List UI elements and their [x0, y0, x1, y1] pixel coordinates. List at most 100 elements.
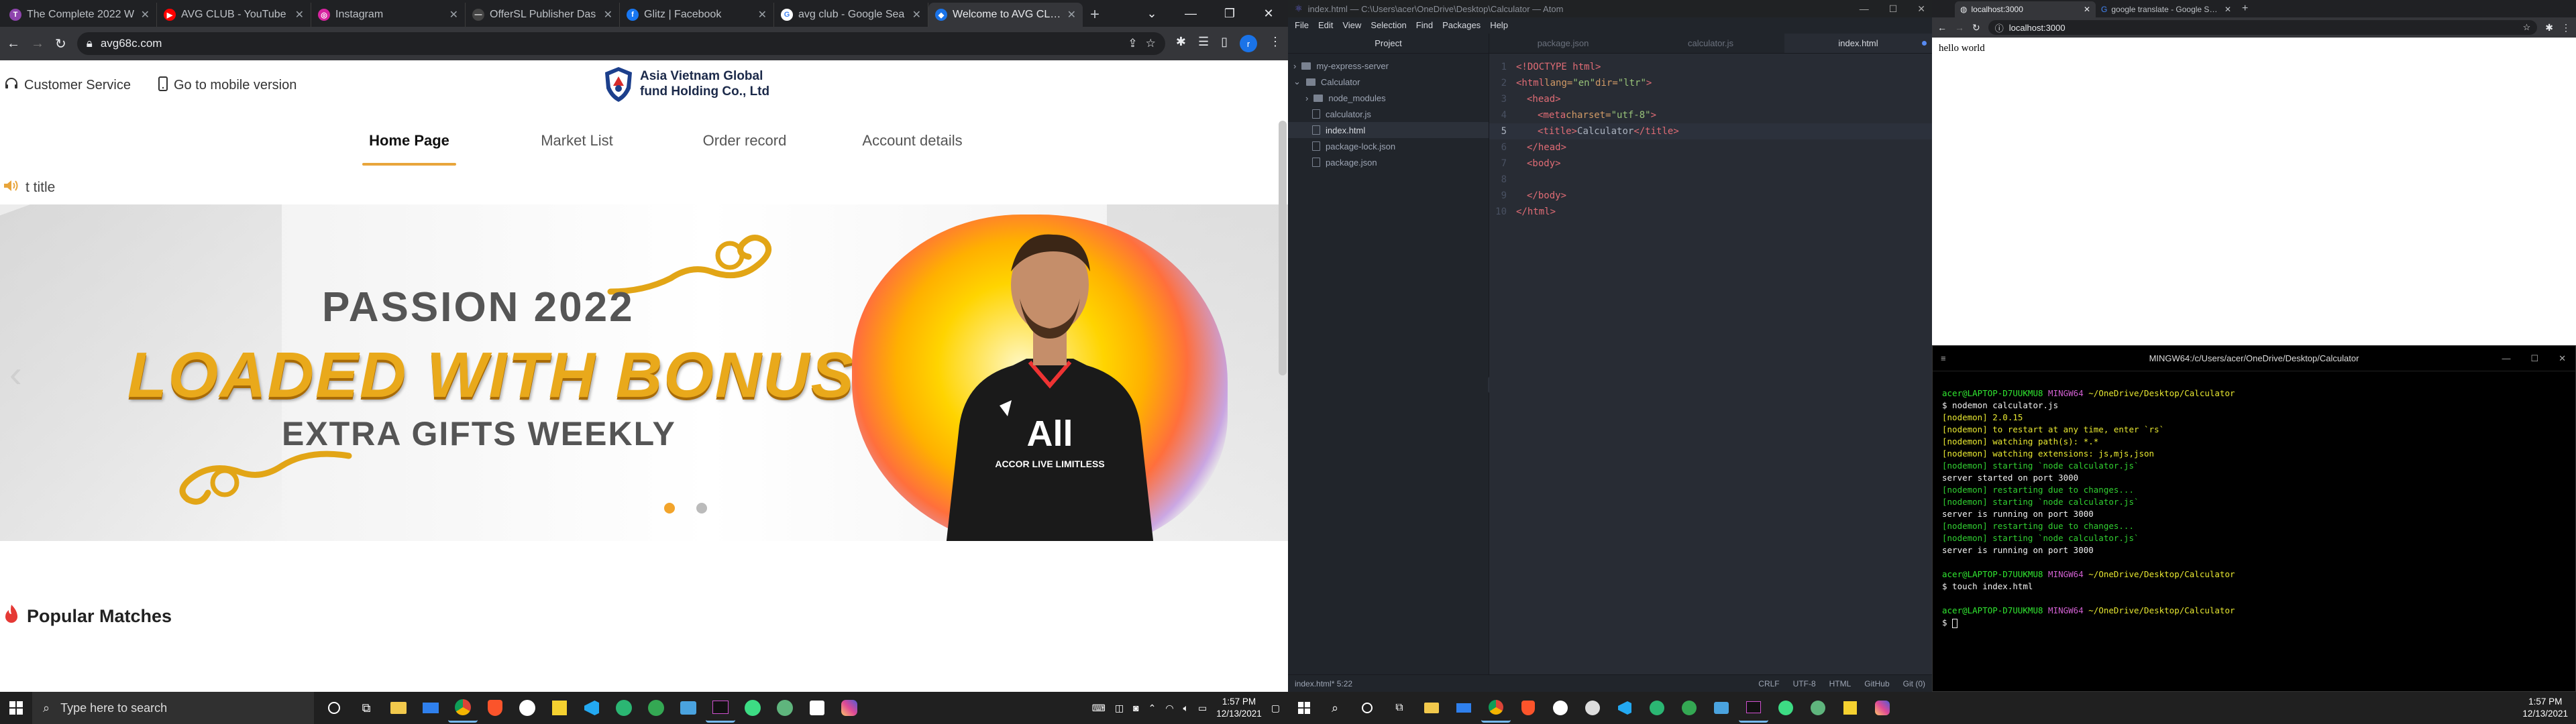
close-tab-icon[interactable]: ✕ — [2224, 5, 2231, 14]
grammar[interactable]: HTML — [1829, 679, 1851, 688]
carousel-dot[interactable] — [664, 503, 675, 514]
menu-kebab-icon[interactable]: ⋮ — [1269, 35, 1281, 52]
volume-icon[interactable]: 🔈︎ — [1183, 703, 1189, 714]
back-icon[interactable]: ← — [1937, 22, 1947, 33]
minimize-icon[interactable]: — — [1171, 0, 1210, 27]
app-icon[interactable] — [802, 693, 832, 723]
search-icon[interactable]: ⌕ — [1320, 693, 1350, 723]
brave-icon[interactable] — [1513, 693, 1543, 723]
new-tab-button[interactable]: + — [1083, 3, 1107, 27]
menu-kebab-icon[interactable]: ⋮ — [2561, 22, 2571, 34]
nav-order-record[interactable]: Order record — [661, 111, 828, 171]
app-icon[interactable] — [609, 693, 639, 723]
clock[interactable]: 1:57 PM 12/13/2021 — [2522, 696, 2568, 720]
tree-file-calculator-js[interactable]: calculator.js — [1288, 106, 1489, 122]
close-tab-icon[interactable]: ✕ — [295, 8, 304, 21]
bookmark-star-icon[interactable]: ☆ — [2523, 22, 2531, 33]
browser-tab[interactable]: ▶ AVG CLUB - YouTube ✕ — [157, 3, 311, 27]
browser-tab-active[interactable]: ◍ localhost:3000 ✕ — [1955, 1, 2096, 17]
vscode-icon[interactable] — [1610, 693, 1640, 723]
app-icon[interactable] — [1674, 693, 1704, 723]
browser-tab[interactable]: Gavg club - Google Sea ✕ — [774, 3, 928, 27]
close-tab-icon[interactable]: ✕ — [449, 8, 458, 21]
menu-file[interactable]: File — [1295, 20, 1309, 30]
line-ending[interactable]: CRLF — [1758, 679, 1779, 688]
editor-tab-calculator-js[interactable]: calculator.js — [1637, 34, 1784, 53]
task-view-icon[interactable]: ⧉ — [352, 693, 381, 723]
app-icon[interactable] — [513, 693, 542, 723]
browser-tab[interactable]: f Glitz | Facebook ✕ — [620, 3, 774, 27]
terminal-menu-icon[interactable]: ≡ — [1941, 353, 1946, 363]
close-window-icon[interactable]: ✕ — [2559, 353, 2566, 364]
back-icon[interactable]: ← — [7, 36, 20, 52]
nav-home[interactable]: Home Page — [325, 111, 493, 171]
instagram-icon[interactable] — [1868, 693, 1897, 723]
share-icon[interactable]: ⇪ — [1128, 37, 1137, 50]
terminal-icon[interactable] — [706, 693, 735, 723]
carousel-prev-icon[interactable]: ‹ — [9, 352, 22, 396]
tree-folder-calculator[interactable]: ⌄ Calculator — [1288, 74, 1489, 90]
address-bar[interactable]: 🔒︎ avg68c.com ⇪ ☆ — [76, 32, 1165, 55]
app-icon[interactable] — [674, 693, 703, 723]
app-icon[interactable] — [738, 693, 767, 723]
forward-icon[interactable]: → — [1955, 22, 1964, 33]
app-icon[interactable] — [1546, 693, 1575, 723]
mobile-version-link[interactable]: Go to mobile version — [158, 76, 297, 95]
app-icon[interactable] — [1578, 693, 1607, 723]
menu-packages[interactable]: Packages — [1442, 20, 1481, 30]
atom-icon[interactable] — [770, 693, 800, 723]
menu-find[interactable]: Find — [1416, 20, 1433, 30]
task-view-icon[interactable]: ⧉ — [1385, 693, 1414, 723]
forward-icon[interactable]: → — [31, 36, 44, 52]
carousel-dot[interactable] — [696, 503, 707, 514]
browser-tab[interactable]: Ggoogle translate - Google Search ✕ — [2096, 1, 2237, 17]
file-explorer-icon[interactable] — [1417, 693, 1446, 723]
cortana-icon[interactable] — [319, 693, 349, 723]
windows-start-icon[interactable] — [1288, 692, 1320, 724]
app-icon[interactable] — [1771, 693, 1801, 723]
menu-view[interactable]: View — [1342, 20, 1361, 30]
chrome-icon[interactable] — [448, 693, 478, 723]
browser-tab-active[interactable]: ◆ Welcome to AVG CLUB ✕ — [928, 3, 1083, 27]
profile-avatar[interactable]: r — [1240, 35, 1257, 52]
app-icon[interactable] — [641, 693, 671, 723]
tab-search-icon[interactable]: ⌄ — [1132, 0, 1171, 27]
notes-icon[interactable] — [545, 693, 574, 723]
taskbar-search[interactable]: ⌕ Type here to search — [32, 692, 314, 724]
encoding[interactable]: UTF-8 — [1793, 679, 1816, 688]
maximize-icon[interactable]: ☐ — [1889, 3, 1898, 15]
customer-service-link[interactable]: Customer Service — [4, 76, 131, 95]
atom-icon[interactable] — [1803, 693, 1833, 723]
reading-list-icon[interactable]: ☰ — [1198, 35, 1209, 52]
minimize-icon[interactable]: — — [2502, 353, 2510, 364]
close-tab-icon[interactable]: ✕ — [141, 8, 150, 21]
app-icon[interactable] — [1707, 693, 1736, 723]
close-tab-icon[interactable]: ✕ — [2084, 5, 2090, 14]
close-tab-icon[interactable]: ✕ — [758, 8, 767, 21]
tree-file-index-html[interactable]: index.html — [1288, 122, 1489, 138]
nav-market-list[interactable]: Market List — [493, 111, 661, 171]
instagram-icon[interactable] — [835, 693, 864, 723]
editor-tab-package-json[interactable]: package.json — [1489, 34, 1637, 53]
reload-icon[interactable]: ↻ — [55, 36, 66, 52]
nav-account-details[interactable]: Account details — [828, 111, 996, 171]
menu-selection[interactable]: Selection — [1371, 20, 1406, 30]
notification-icon[interactable]: ▢ — [1271, 703, 1280, 714]
close-tab-icon[interactable]: ✕ — [1067, 8, 1076, 21]
promo-banner[interactable]: PASSION 2022 LOADED WITH BONUS EXTRA GIF… — [0, 204, 1288, 541]
maximize-icon[interactable]: ☐ — [2530, 353, 2538, 364]
terminal-window[interactable]: ≡ MINGW64:/c/Users/acer/OneDrive/Desktop… — [1932, 345, 2576, 692]
mail-icon[interactable] — [1449, 693, 1479, 723]
address-bar[interactable]: ⓘ localhost:3000 ☆ — [1988, 20, 2538, 35]
extensions-icon[interactable]: ✱ — [2545, 22, 2553, 34]
keyboard-icon[interactable]: ⌨ — [1092, 703, 1106, 714]
editor-tab-index-html[interactable]: index.html — [1784, 34, 1932, 53]
close-window-icon[interactable]: ✕ — [1249, 0, 1288, 27]
vscode-icon[interactable] — [577, 693, 606, 723]
file-explorer-icon[interactable] — [384, 693, 413, 723]
tree-folder-my-express-server[interactable]: › my-express-server — [1288, 58, 1489, 74]
brave-icon[interactable] — [480, 693, 510, 723]
close-tab-icon[interactable]: ✕ — [912, 8, 921, 21]
menu-help[interactable]: Help — [1490, 20, 1508, 30]
close-tab-icon[interactable]: ✕ — [604, 8, 612, 21]
